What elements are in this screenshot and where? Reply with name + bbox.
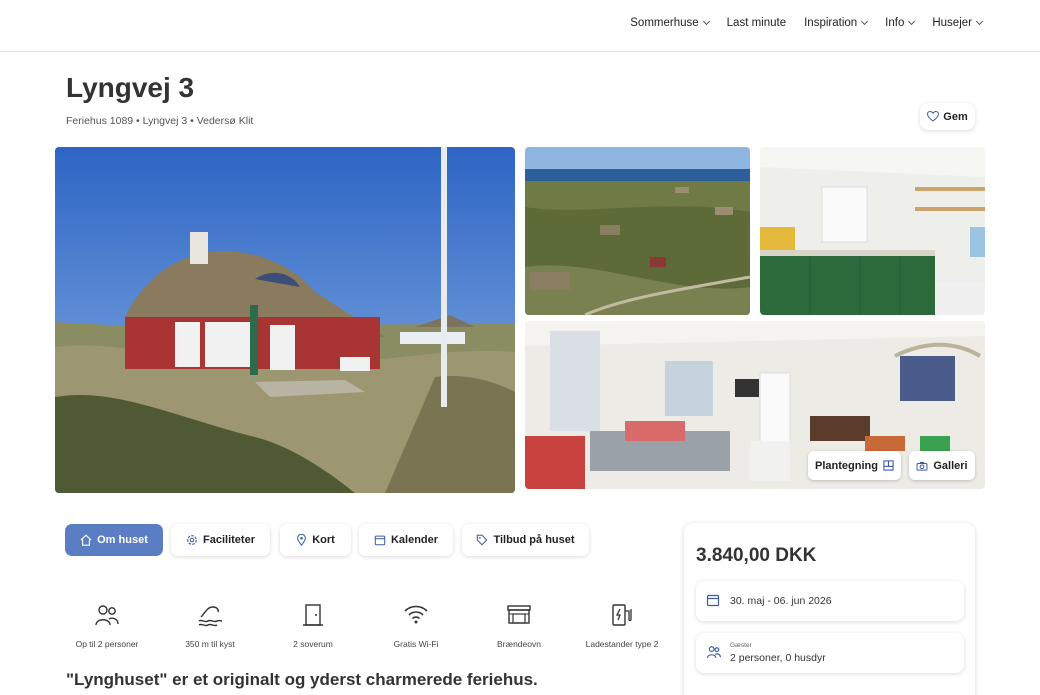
chevron-down-icon (975, 17, 984, 26)
floorplan-label: Plantegning (815, 459, 878, 472)
date-value: 30. maj - 06. jun 2026 (730, 595, 832, 607)
ev-charger-icon (612, 604, 632, 626)
tab-tilbud[interactable]: Tilbud på huset (462, 524, 589, 556)
booking-card: 3.840,00 DKK 30. maj - 06. jun 2026 Gæst… (684, 523, 975, 695)
nav-item-label: Info (885, 17, 905, 29)
nav-item-label: Inspiration (804, 17, 858, 29)
nav-item-inspiration[interactable]: Inspiration (804, 17, 869, 29)
feature-bedrooms: 2 soverum (258, 603, 368, 649)
tab-kalender[interactable]: Kalender (359, 524, 453, 556)
calendar-icon (374, 535, 386, 546)
tab-kort[interactable]: Kort (280, 524, 351, 556)
save-label: Gem (943, 110, 968, 123)
main-photo[interactable] (55, 147, 515, 493)
tab-om-huset[interactable]: Om huset (65, 524, 163, 556)
gear-icon (187, 535, 197, 545)
save-button[interactable]: Gem (920, 103, 975, 130)
chevron-down-icon (702, 17, 710, 26)
feature-coast: 350 m til kyst (155, 603, 265, 649)
feature-persons: Op til 2 personer (52, 603, 162, 649)
fireplace-icon (507, 605, 531, 624)
tab-label: Tilbud på huset (493, 534, 575, 546)
feature-ev-charger: Ladestander type 2 (567, 603, 677, 649)
guests-value: 2 personer, 0 husdyr (730, 652, 826, 664)
people-icon (95, 605, 119, 626)
beach-icon (198, 606, 223, 627)
camera-icon (916, 461, 928, 471)
guests-label: Gæster (730, 642, 752, 649)
guests-picker[interactable]: Gæster 2 personer, 0 husdyr (696, 633, 964, 673)
feature-fireplace: Brændeovn (464, 603, 574, 649)
heart-icon (927, 111, 940, 122)
wifi-icon (404, 605, 428, 624)
floorplan-button[interactable]: Plantegning (808, 451, 901, 480)
floorplan-icon (883, 460, 894, 471)
gallery-button[interactable]: Galleri (909, 451, 975, 480)
feature-label: 350 m til kyst (185, 639, 235, 649)
door-icon (303, 604, 323, 626)
nav-item-label: Husejer (932, 17, 972, 29)
calendar-icon (706, 594, 720, 607)
feature-label: Op til 2 personer (75, 639, 139, 649)
top-navigation: Sommerhuse Last minute Inspiration Info … (0, 0, 1040, 52)
page-title: Lyngvej 3 (66, 72, 195, 103)
tab-label: Faciliteter (203, 534, 255, 546)
price: 3.840,00 DKK (696, 545, 817, 566)
feature-label: Ladestander type 2 (585, 639, 659, 649)
nav-menu: Sommerhuse Last minute Inspiration Info … (630, 17, 984, 29)
nav-item-husejer[interactable]: Husejer (932, 17, 984, 29)
date-picker[interactable]: 30. maj - 06. jun 2026 (696, 581, 964, 621)
map-pin-icon (297, 534, 307, 546)
tag-icon (477, 534, 488, 546)
description-heading: "Lynghuset" er et originalt og yderst ch… (66, 670, 538, 689)
tab-label: Kort (312, 534, 335, 546)
feature-wifi: Gratis Wi-Fi (361, 603, 471, 649)
kitchen-photo[interactable] (760, 147, 985, 315)
tab-faciliteter[interactable]: Faciliteter (171, 524, 270, 556)
property-subtitle: Feriehus 1089 • Lyngvej 3 • Vedersø Klit (66, 115, 254, 127)
feature-label: Gratis Wi-Fi (393, 639, 439, 649)
chevron-down-icon (908, 17, 916, 26)
aerial-photo[interactable] (525, 147, 750, 315)
chevron-down-icon (861, 17, 869, 26)
feature-label: Brændeovn (497, 639, 541, 649)
home-icon (80, 534, 92, 546)
nav-item-info[interactable]: Info (885, 17, 916, 29)
tab-label: Om huset (97, 534, 148, 546)
feature-label: 2 soverum (293, 639, 333, 649)
nav-item-sommerhuse[interactable]: Sommerhuse (630, 17, 710, 29)
gallery-label: Galleri (933, 459, 968, 472)
people-icon (707, 646, 721, 658)
nav-item-label: Last minute (726, 17, 787, 29)
nav-item-label: Sommerhuse (630, 17, 699, 29)
tab-label: Kalender (390, 534, 439, 546)
nav-item-last-minute[interactable]: Last minute (727, 17, 786, 29)
